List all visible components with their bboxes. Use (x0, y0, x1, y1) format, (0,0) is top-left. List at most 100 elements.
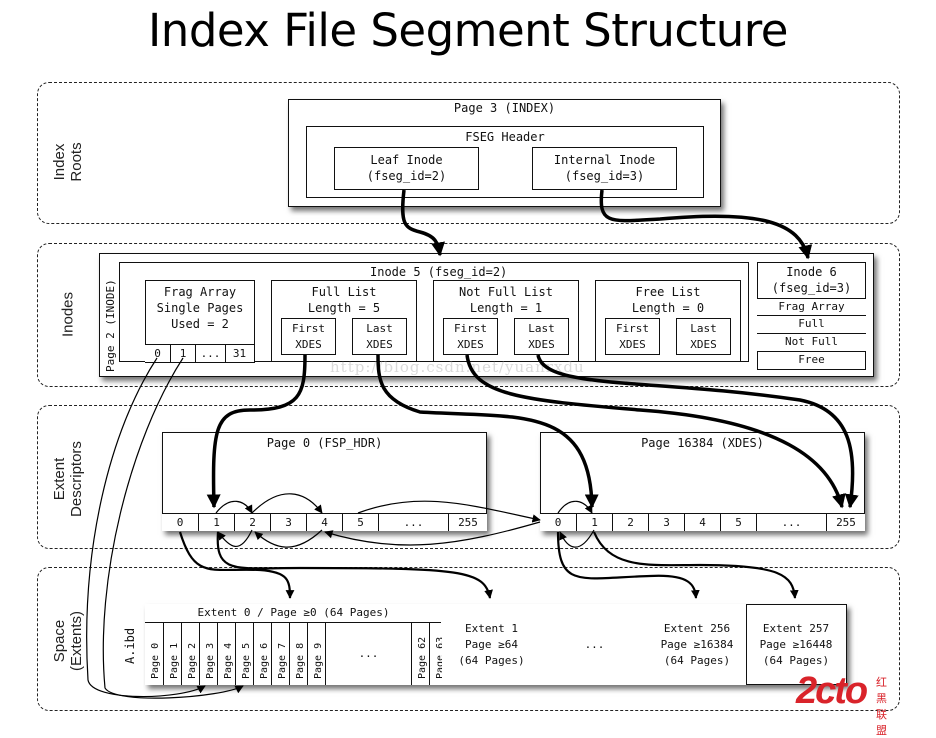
last-xdes-label: Last XDES (366, 322, 393, 351)
full-list: Full List Length = 5 First XDES Last XDE… (271, 280, 417, 362)
extent-ellipsis: ... (541, 604, 649, 685)
inode-5-title: Inode 5 (fseg_id=2) (370, 265, 508, 279)
extent-0-page-label: Page 0 (150, 642, 161, 679)
logo-sub: 红黑联盟 (876, 677, 887, 737)
full-list-first-xdes: First XDES (281, 318, 336, 355)
extent-0-pages: Page 0 Page 1 Page 2 Page 3 Page 4 Page 5 Page… (145, 622, 446, 685)
frag-slot: ... (195, 345, 225, 362)
inode-6-row: Frag Array (757, 298, 866, 316)
xdes-entries: 0 1 2 3 4 5 ... 255 (540, 513, 865, 531)
extent-0-page: Page 62 (411, 623, 429, 685)
xdes-entry: 5 (720, 514, 756, 531)
extent-0-page: Page 5 (235, 623, 253, 685)
file-label: A.ibd (123, 627, 137, 664)
first-xdes-label: First XDES (291, 322, 326, 351)
free-list-title: Free List Length = 0 (631, 285, 705, 315)
xdes-entry: 255 (458, 516, 478, 529)
extent-0-title: Extent 0 / Page ≥0 (64 Pages) (197, 606, 390, 619)
xdes-entry: 0 (554, 516, 562, 529)
diagram-title: Index File Segment Structure (148, 4, 788, 57)
xdes-entries: 0 1 2 3 4 5 ... 255 (162, 513, 487, 531)
extent-0-page: Page 7 (271, 623, 289, 685)
inode-5: Inode 5 (fseg_id=2) Frag Array Single Pa… (119, 262, 749, 363)
extent-0-page: ... (325, 623, 411, 685)
fseg-header: FSEG Header Leaf Inode (fseg_id=2) Inter… (306, 126, 704, 198)
xdes-entry: 3 (270, 514, 306, 531)
inode-6-row-label: Frag Array (778, 300, 845, 313)
extent-1: Extent 1 Page ≥64 (64 Pages) (442, 604, 542, 685)
inode-6-row: Full (757, 316, 866, 334)
extent-257-label: Extent 257 Page ≥16448 (64 Pages) (759, 622, 833, 667)
xdes-entry: 5 (342, 514, 378, 531)
inode-6-row-label: Free (798, 353, 825, 366)
xdes-entry: 4 (306, 514, 342, 531)
xdes-entry: 1 (576, 514, 612, 531)
frag-slot: 31 (225, 345, 253, 362)
first-xdes-label: First XDES (453, 322, 488, 351)
extent-0-page-label: ... (358, 647, 379, 660)
index-page: Page 3 (INDEX) FSEG Header Leaf Inode (f… (288, 99, 721, 207)
last-xdes-label: Last XDES (528, 322, 555, 351)
not-full-list: Not Full List Length = 1 First XDES Last… (433, 280, 579, 362)
inode-6-row-label: Full (798, 317, 825, 330)
last-xdes-label: Last XDES (690, 322, 717, 351)
leaf-inode-ref: Leaf Inode (fseg_id=2) (334, 147, 479, 190)
frag-slots: 0 1 ... 31 (145, 344, 255, 363)
xdes-entry: 3 (648, 514, 684, 531)
frag-array-label: Frag Array Single Pages Used = 2 (156, 285, 244, 331)
first-xdes-label: First XDES (615, 322, 650, 351)
extent-0-page: Page 0 (145, 623, 163, 685)
xdes-entry: 2 (612, 514, 648, 531)
xdes-page-title: Page 16384 (XDES) (641, 436, 764, 450)
zone-label-extent-descriptors: Extent Descriptors (51, 441, 85, 517)
watermark-text: http://blog.csdn.net/yuanrxdu (330, 358, 585, 376)
frag-slot: 0 (154, 347, 161, 360)
not-full-list-first-xdes: First XDES (443, 318, 498, 355)
xdes-entry: 4 (684, 514, 720, 531)
free-list-last-xdes: Last XDES (676, 318, 731, 355)
extent-1-label: Extent 1 Page ≥64 (64 Pages) (458, 622, 525, 667)
full-list-title: Full List Length = 5 (307, 285, 381, 315)
not-full-list-title: Not Full List Length = 1 (459, 285, 553, 315)
leaf-inode-label: Leaf Inode (fseg_id=2) (366, 153, 447, 183)
extent-0-page: Page 2 (181, 623, 199, 685)
tablespace-file: Extent 0 / Page ≥0 (64 Pages) Page 0 Page… (145, 604, 847, 685)
inode-6-row-label: Not Full (785, 335, 838, 348)
extent-0-page: Page 3 (199, 623, 217, 685)
xdes-entry: 2 (234, 514, 270, 531)
extent-0-page: Page 1 (163, 623, 181, 685)
xdes-page-fsp-hdr: Page 0 (FSP_HDR) 0 1 2 3 4 5 ... 255 (162, 432, 487, 531)
free-list-first-xdes: First XDES (605, 318, 660, 355)
extent-256: Extent 256 Page ≥16384 (64 Pages) (648, 604, 747, 685)
fseg-header-title: FSEG Header (465, 130, 545, 144)
internal-inode-label: Internal Inode (fseg_id=3) (553, 153, 656, 183)
extent-0-page: Page 9 (307, 623, 325, 685)
zone-label-space: Space (Extents) (51, 611, 85, 672)
frag-array: Frag Array Single Pages Used = 2 0 1 ...… (145, 280, 255, 363)
internal-inode-ref: Internal Inode (fseg_id=3) (532, 147, 677, 190)
free-list: Free List Length = 0 First XDES Last XDE… (595, 280, 741, 362)
xdes-entry: ... (378, 514, 449, 531)
inode-6-row: Not Full (757, 334, 866, 352)
xdes-entry: 1 (198, 514, 234, 531)
index-page-title: Page 3 (INDEX) (453, 101, 556, 115)
extent-0-page: Page 6 (253, 623, 271, 685)
zone-label-inodes: Inodes (59, 291, 77, 338)
full-list-last-xdes: Last XDES (352, 318, 407, 355)
frag-slot: 1 (170, 345, 195, 362)
extent-0: Extent 0 / Page ≥0 (64 Pages) Page 0 Page… (145, 604, 446, 685)
not-full-list-last-xdes: Last XDES (514, 318, 569, 355)
inode-6: Inode 6 (fseg_id=3) Frag Array Full Not … (757, 262, 866, 370)
extent-256-label: Extent 256 Page ≥16384 (64 Pages) (660, 622, 734, 667)
extent-0-page: Page 4 (217, 623, 235, 685)
extent-0-page: Page 8 (289, 623, 307, 685)
logo-main: 2cto (796, 670, 868, 712)
inode-page-label: Page 2 (INODE) (104, 279, 117, 372)
xdes-page-16384: Page 16384 (XDES) 0 1 2 3 4 5 ... 255 (540, 432, 865, 531)
inode-6-title: Inode 6 (fseg_id=3) (771, 265, 852, 295)
zone-label-index-roots: Index Roots (51, 142, 85, 182)
xdes-entry: 255 (836, 516, 856, 529)
xdes-entry: ... (756, 514, 827, 531)
extent-ellipsis-label: ... (584, 638, 605, 651)
xdes-page-title: Page 0 (FSP_HDR) (266, 436, 383, 450)
